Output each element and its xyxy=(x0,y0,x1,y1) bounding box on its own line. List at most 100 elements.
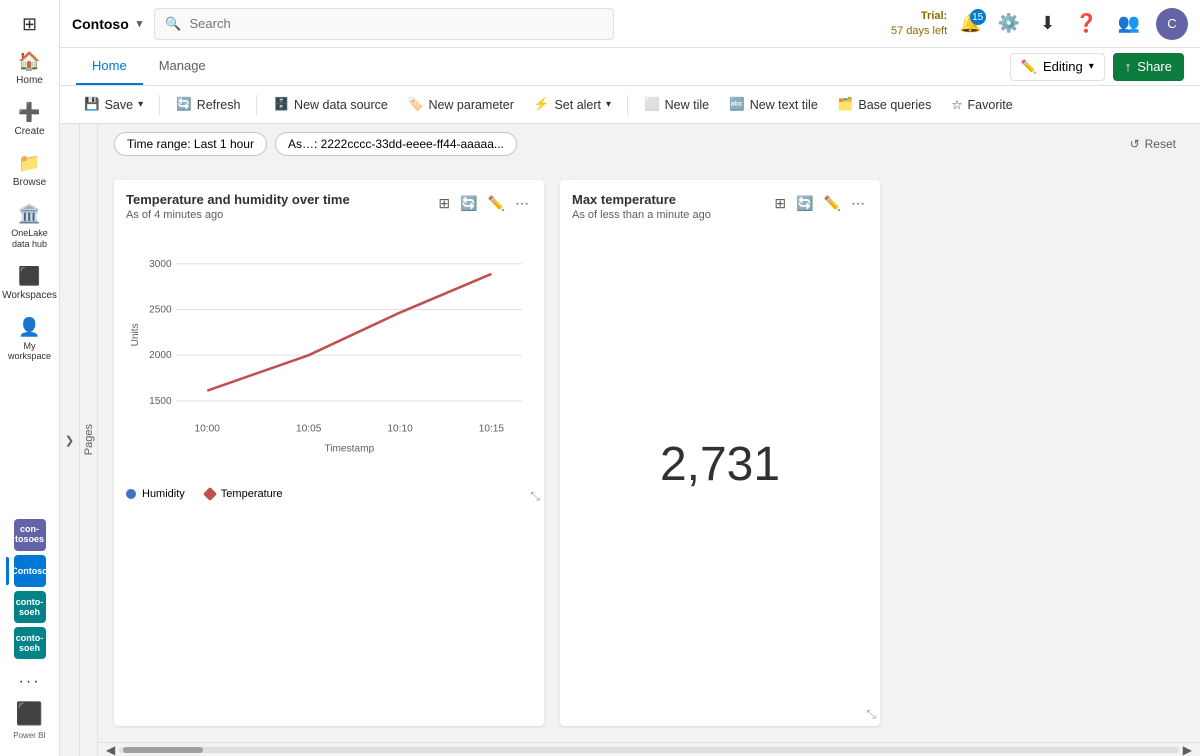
sidebar-apps-list: con-tosoes Contoso conto-soeh conto-soeh xyxy=(0,515,59,663)
scroll-track[interactable] xyxy=(119,747,1179,753)
new-parameter-button[interactable]: 🏷️ New parameter xyxy=(400,92,522,117)
dashboard-grid: Temperature and humidity over time As of… xyxy=(98,164,1200,742)
grid-icon[interactable]: ⊞ xyxy=(435,192,453,215)
workspace-selector[interactable]: Contoso ▾ xyxy=(72,16,142,32)
base-queries-button[interactable]: 🗂️ Base queries xyxy=(830,92,940,117)
powerbi-logo[interactable]: ⬛ xyxy=(16,701,43,727)
set-alert-button[interactable]: ⚡ Set alert ▾ xyxy=(526,92,619,117)
search-box[interactable]: 🔍 xyxy=(154,8,614,40)
help-icon[interactable]: ❓ xyxy=(1071,9,1101,38)
sidebar-item-my-workspace[interactable]: 👤 My workspace xyxy=(4,311,56,367)
chart-card-title-area: Temperature and humidity over time As of… xyxy=(126,192,350,221)
metric-grid-icon[interactable]: ⊞ xyxy=(771,192,789,215)
tab-manage[interactable]: Manage xyxy=(143,48,222,85)
metric-card-header: Max temperature As of less than a minute… xyxy=(560,180,880,225)
metric-resize-icon[interactable]: ⤡ xyxy=(866,707,876,722)
resize-icon[interactable]: ⤡ xyxy=(530,489,540,504)
save-button[interactable]: 💾 Save ▾ xyxy=(76,92,151,117)
favorite-icon: ☆ xyxy=(951,97,962,112)
sidebar-apps-button[interactable]: ⊞ xyxy=(4,8,56,41)
tabs-bar: Home Manage ✏️ Editing ▾ ↑ Share xyxy=(60,48,1200,86)
refresh-button[interactable]: 🔄 Refresh xyxy=(168,92,248,117)
chart-more-icon[interactable]: ⋯ xyxy=(512,192,532,215)
sidebar-more-button[interactable]: ··· xyxy=(4,667,56,697)
share-button[interactable]: ↑ Share xyxy=(1113,53,1184,81)
reset-button[interactable]: ↺ Reset xyxy=(1122,133,1184,155)
sidebar-item-onelake[interactable]: 🏛️ OneLake data hub xyxy=(4,198,56,256)
editing-label: Editing xyxy=(1043,59,1083,74)
new-tile-button[interactable]: ⬜ New tile xyxy=(636,92,717,117)
x-axis-label: Timestamp xyxy=(324,444,374,455)
x-label-1015: 10:15 xyxy=(479,423,505,434)
humidity-dot xyxy=(126,489,136,499)
sidebar-bottom: ··· ⬛ Power BI xyxy=(4,667,56,748)
pages-label: Pages xyxy=(83,424,95,455)
sidebar-item-workspaces[interactable]: ⬛ Workspaces xyxy=(4,260,56,307)
chart-card-header: Temperature and humidity over time As of… xyxy=(114,180,544,225)
y-axis-label: Units xyxy=(130,323,141,346)
sidebar-app-contoso[interactable]: Contoso xyxy=(14,555,46,587)
content-area: ❯ Pages Time range: Last 1 hour As…: 222… xyxy=(60,124,1200,756)
dashboard: Time range: Last 1 hour As…: 2222cccc-33… xyxy=(98,124,1200,756)
chart-refresh-icon[interactable]: 🔄 xyxy=(457,192,480,215)
temperature-line xyxy=(207,274,491,391)
browse-icon: 📁 xyxy=(18,153,40,174)
new-parameter-icon: 🏷️ xyxy=(408,97,424,112)
search-input[interactable] xyxy=(189,16,603,31)
home-icon: 🏠 xyxy=(18,51,40,72)
metric-value: 2,731 xyxy=(560,225,880,703)
sidebar-create-label: Create xyxy=(14,126,44,137)
user-avatar[interactable]: C xyxy=(1156,8,1188,40)
powerbi-label: Power BI xyxy=(13,731,45,740)
y-label-3000: 3000 xyxy=(149,259,172,270)
time-range-filter[interactable]: Time range: Last 1 hour xyxy=(114,132,267,156)
sidebar-app-contosoeh2[interactable]: conto-soeh xyxy=(14,627,46,659)
notification-button[interactable]: 🔔 15 xyxy=(959,13,981,34)
toolbar-separator-3 xyxy=(627,95,628,115)
metric-resize-handle[interactable]: ⤡ xyxy=(560,703,880,726)
sidebar-item-browse[interactable]: 📁 Browse xyxy=(4,147,56,194)
favorite-button[interactable]: ☆ Favorite xyxy=(943,92,1020,117)
create-icon: ➕ xyxy=(18,102,40,123)
sidebar-app-contosoeh1[interactable]: conto-soeh xyxy=(14,591,46,623)
editing-button[interactable]: ✏️ Editing ▾ xyxy=(1010,53,1105,81)
new-data-source-label: New data source xyxy=(294,98,388,112)
trial-label: Trial: xyxy=(891,9,947,23)
new-data-source-button[interactable]: 🗄️ New data source xyxy=(265,92,395,117)
scroll-right-arrow[interactable]: ▶ xyxy=(1179,743,1196,756)
sidebar-item-create[interactable]: ➕ Create xyxy=(4,96,56,143)
expand-chevron-icon: ❯ xyxy=(65,434,74,447)
y-label-2000: 2000 xyxy=(149,350,172,361)
chart-svg: 3000 2500 2000 1500 Units 10:00 10:05 10… xyxy=(126,225,532,465)
tab-home[interactable]: Home xyxy=(76,48,143,85)
temperature-label: Temperature xyxy=(221,488,283,500)
new-text-tile-button[interactable]: 🔤 New text tile xyxy=(721,92,826,117)
chart-edit-icon[interactable]: ✏️ xyxy=(485,192,508,215)
new-tile-label: New tile xyxy=(665,98,709,112)
y-label-2500: 2500 xyxy=(149,305,172,316)
sidebar-onelake-label: OneLake data hub xyxy=(8,228,52,250)
metric-edit-icon[interactable]: ✏️ xyxy=(821,192,844,215)
horizontal-scrollbar[interactable]: ◀ ▶ xyxy=(98,742,1200,756)
my-workspace-icon: 👤 xyxy=(18,317,40,338)
download-icon[interactable]: ⬇ xyxy=(1036,9,1059,38)
share-people-icon[interactable]: 👥 xyxy=(1114,9,1144,38)
new-tile-icon: ⬜ xyxy=(644,97,660,112)
onelake-icon: 🏛️ xyxy=(18,204,40,225)
trial-info: Trial: 57 days left xyxy=(891,9,947,38)
scroll-thumb[interactable] xyxy=(123,747,203,753)
chart-legend: Humidity Temperature xyxy=(114,480,544,508)
sidebar-item-home[interactable]: 🏠 Home xyxy=(4,45,56,92)
settings-icon[interactable]: ⚙️ xyxy=(994,9,1024,38)
metric-more-icon[interactable]: ⋯ xyxy=(848,192,868,215)
metric-refresh-icon[interactable]: 🔄 xyxy=(793,192,816,215)
chart-card-title: Temperature and humidity over time xyxy=(126,192,350,207)
y-label-1500: 1500 xyxy=(149,396,172,407)
pages-panel[interactable]: Pages xyxy=(80,124,98,756)
scroll-left-arrow[interactable]: ◀ xyxy=(102,743,119,756)
base-queries-label: Base queries xyxy=(858,98,931,112)
pages-expand-button[interactable]: ❯ xyxy=(60,124,80,756)
pencil-icon: ✏️ xyxy=(1021,59,1037,75)
sidebar-app-contosoes[interactable]: con-tosoes xyxy=(14,519,46,551)
as-filter[interactable]: As…: 2222cccc-33dd-eeee-ff44-aaaaa... xyxy=(275,132,517,156)
